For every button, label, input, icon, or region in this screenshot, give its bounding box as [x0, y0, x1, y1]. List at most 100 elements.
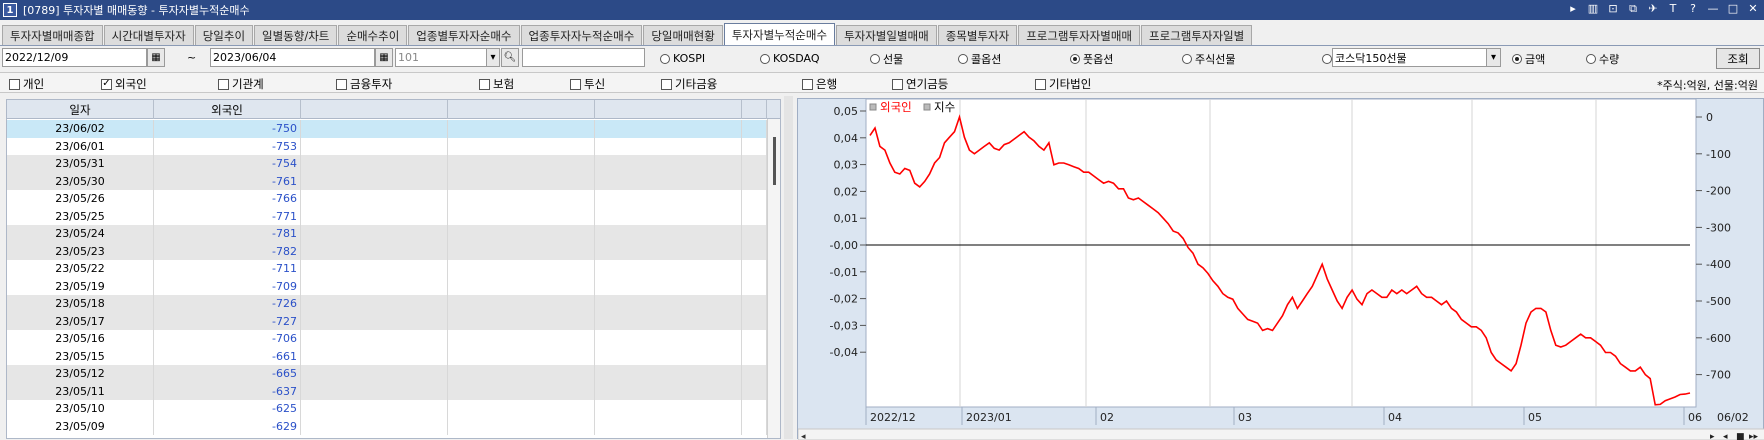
tab-0[interactable]: 투자자별매매종합 [2, 25, 103, 46]
help-icon[interactable]: ? [1686, 2, 1700, 16]
investor-checkbox-2[interactable]: 기관계 [218, 76, 264, 92]
table-row[interactable]: 23/06/02 -750 [7, 120, 767, 138]
tab-10[interactable]: 종목별투자자 [937, 25, 1018, 46]
end-date-calendar-button[interactable]: ▦ [375, 48, 393, 67]
investor-checkbox-label: 개인 [23, 77, 45, 91]
table-row[interactable]: 23/05/17 -727 [7, 312, 767, 330]
start-date-input[interactable]: 2022/12/09 [2, 48, 147, 67]
table-row[interactable]: 23/05/23 -782 [7, 242, 767, 260]
window-icon[interactable]: ⊡ [1606, 2, 1620, 16]
table-row[interactable]: 23/05/19 -709 [7, 277, 767, 295]
right-axis-label: -300 [1706, 221, 1731, 234]
market-radio-3[interactable]: 콜옵션 [958, 49, 1001, 68]
table-row[interactable]: 23/05/09 -629 [7, 417, 767, 435]
code-search-button[interactable]: 🔍︎ [501, 48, 519, 67]
market-radio-6[interactable] [1322, 49, 1335, 68]
tab-8[interactable]: 투자자별누적순매수 [723, 23, 836, 46]
table-row[interactable]: 23/05/24 -781 [7, 225, 767, 243]
table-row[interactable]: 23/05/22 -711 [7, 260, 767, 278]
tab-4[interactable]: 순매수추이 [338, 25, 408, 46]
tab-6[interactable]: 업종투자자누적순매수 [520, 25, 643, 46]
empty-cell [448, 242, 595, 260]
grid-scrollbar[interactable] [767, 119, 780, 438]
table-row[interactable]: 23/05/10 -625 [7, 400, 767, 418]
end-date-input[interactable]: 2023/06/04 [210, 48, 375, 67]
measure-radio-0[interactable]: 금액 [1512, 49, 1545, 68]
code-name-input[interactable] [522, 48, 645, 67]
market-radio-2[interactable]: 선물 [870, 49, 903, 68]
minimize-icon[interactable]: — [1706, 2, 1720, 16]
market-radio-5[interactable]: 주식선물 [1182, 49, 1235, 68]
font-icon[interactable]: T [1666, 2, 1680, 16]
grid-scrollbar-thumb[interactable] [773, 137, 776, 185]
code-combo[interactable]: 101 [395, 48, 490, 67]
empty-cell [742, 242, 767, 260]
arrow-icon[interactable]: ▸ [1566, 2, 1580, 16]
investor-checkbox-6[interactable]: 기타금융 [661, 76, 717, 92]
table-row[interactable]: 23/06/01 -753 [7, 137, 767, 155]
empty-cell [448, 225, 595, 243]
close-icon[interactable]: ✕ [1746, 2, 1760, 16]
market-radio-1[interactable]: KOSDAQ [760, 49, 820, 68]
tab-5[interactable]: 업종별투자자순매수 [408, 25, 520, 46]
tab-2[interactable]: 당일추이 [194, 25, 254, 46]
investor-checkbox-0[interactable]: 개인 [9, 76, 44, 92]
table-row[interactable]: 23/05/30 -761 [7, 172, 767, 190]
grid-header-cell[interactable] [595, 100, 742, 119]
table-row[interactable]: 23/05/11 -637 [7, 382, 767, 400]
chart-scrollbar[interactable] [798, 428, 1764, 440]
empty-cell [742, 120, 767, 138]
grid-header-cell[interactable]: 일자 [7, 100, 154, 119]
maximize-icon[interactable]: □ [1726, 2, 1740, 16]
grid-header-cell[interactable] [448, 100, 595, 119]
left-axis-label: 0,05 [834, 105, 859, 118]
date-cell: 23/05/26 [7, 190, 154, 208]
product-select[interactable]: 코스닥150선물 [1332, 48, 1488, 67]
right-axis-label: -500 [1706, 295, 1731, 308]
grid-header-cell[interactable]: 외국인 [154, 100, 301, 119]
tab-11[interactable]: 프로그램투자자별매매 [1018, 25, 1140, 46]
table-row[interactable]: 23/05/26 -766 [7, 190, 767, 208]
query-button[interactable]: 조회 [1716, 48, 1760, 69]
investor-checkbox-8[interactable]: 연기금등 [892, 76, 948, 92]
product-dropdown-button[interactable]: ▾ [1486, 48, 1501, 67]
search-icon: 🔍︎ [503, 52, 517, 63]
tile-icon[interactable]: ⧉ [1626, 2, 1640, 16]
market-radio-0[interactable]: KOSPI [660, 49, 705, 68]
tab-bar: 투자자별매매종합 시간대별투자자 당일추이 일별동향/차트 순매수추이 업종별투자자순매수… [0, 22, 1764, 46]
layout-icon[interactable]: ▥ [1586, 2, 1600, 16]
tab-7[interactable]: 당일매매현황 [643, 25, 723, 46]
investor-checkbox-5[interactable]: 투신 [570, 76, 605, 92]
grid-header-cell[interactable] [301, 100, 448, 119]
table-row[interactable]: 23/05/12 -665 [7, 365, 767, 383]
panel-splitter[interactable] [784, 96, 793, 439]
code-dropdown-button[interactable]: ▾ [486, 48, 500, 67]
foreign-value-cell: -711 [154, 260, 301, 278]
table-row[interactable]: 23/05/25 -771 [7, 207, 767, 225]
investor-checkbox-9[interactable]: 기타법인 [1035, 76, 1091, 92]
investor-checkbox-3[interactable]: 금융투자 [336, 76, 392, 92]
tab-1[interactable]: 시간대별투자자 [103, 25, 194, 46]
tab-12[interactable]: 프로그램투자자일별 [1141, 25, 1253, 46]
start-date-calendar-button[interactable]: ▦ [147, 48, 165, 67]
empty-cell [742, 225, 767, 243]
table-row[interactable]: 23/05/16 -706 [7, 330, 767, 348]
tab-9[interactable]: 투자자별일별매매 [836, 25, 937, 46]
empty-cell [742, 137, 767, 155]
tab-3[interactable]: 일별동향/차트 [254, 25, 338, 46]
empty-cell [742, 382, 767, 400]
pin-icon[interactable]: ✈ [1646, 2, 1660, 16]
measure-radio-1[interactable]: 수량 [1586, 49, 1619, 68]
empty-cell [301, 190, 448, 208]
x-tick-label: 2022/12 [870, 411, 916, 424]
empty-cell [595, 295, 742, 313]
table-row[interactable]: 23/05/15 -661 [7, 347, 767, 365]
investor-checkbox-4[interactable]: 보험 [479, 76, 514, 92]
investor-checkbox-1[interactable]: ✓ 외국인 [101, 76, 147, 92]
market-radio-4[interactable]: 풋옵션 [1070, 49, 1113, 68]
investor-checkbox-7[interactable]: 은행 [802, 76, 837, 92]
legend-label: 지수 [934, 100, 955, 114]
grid-header-cell[interactable] [742, 100, 767, 119]
table-row[interactable]: 23/05/31 -754 [7, 155, 767, 173]
table-row[interactable]: 23/05/18 -726 [7, 295, 767, 313]
